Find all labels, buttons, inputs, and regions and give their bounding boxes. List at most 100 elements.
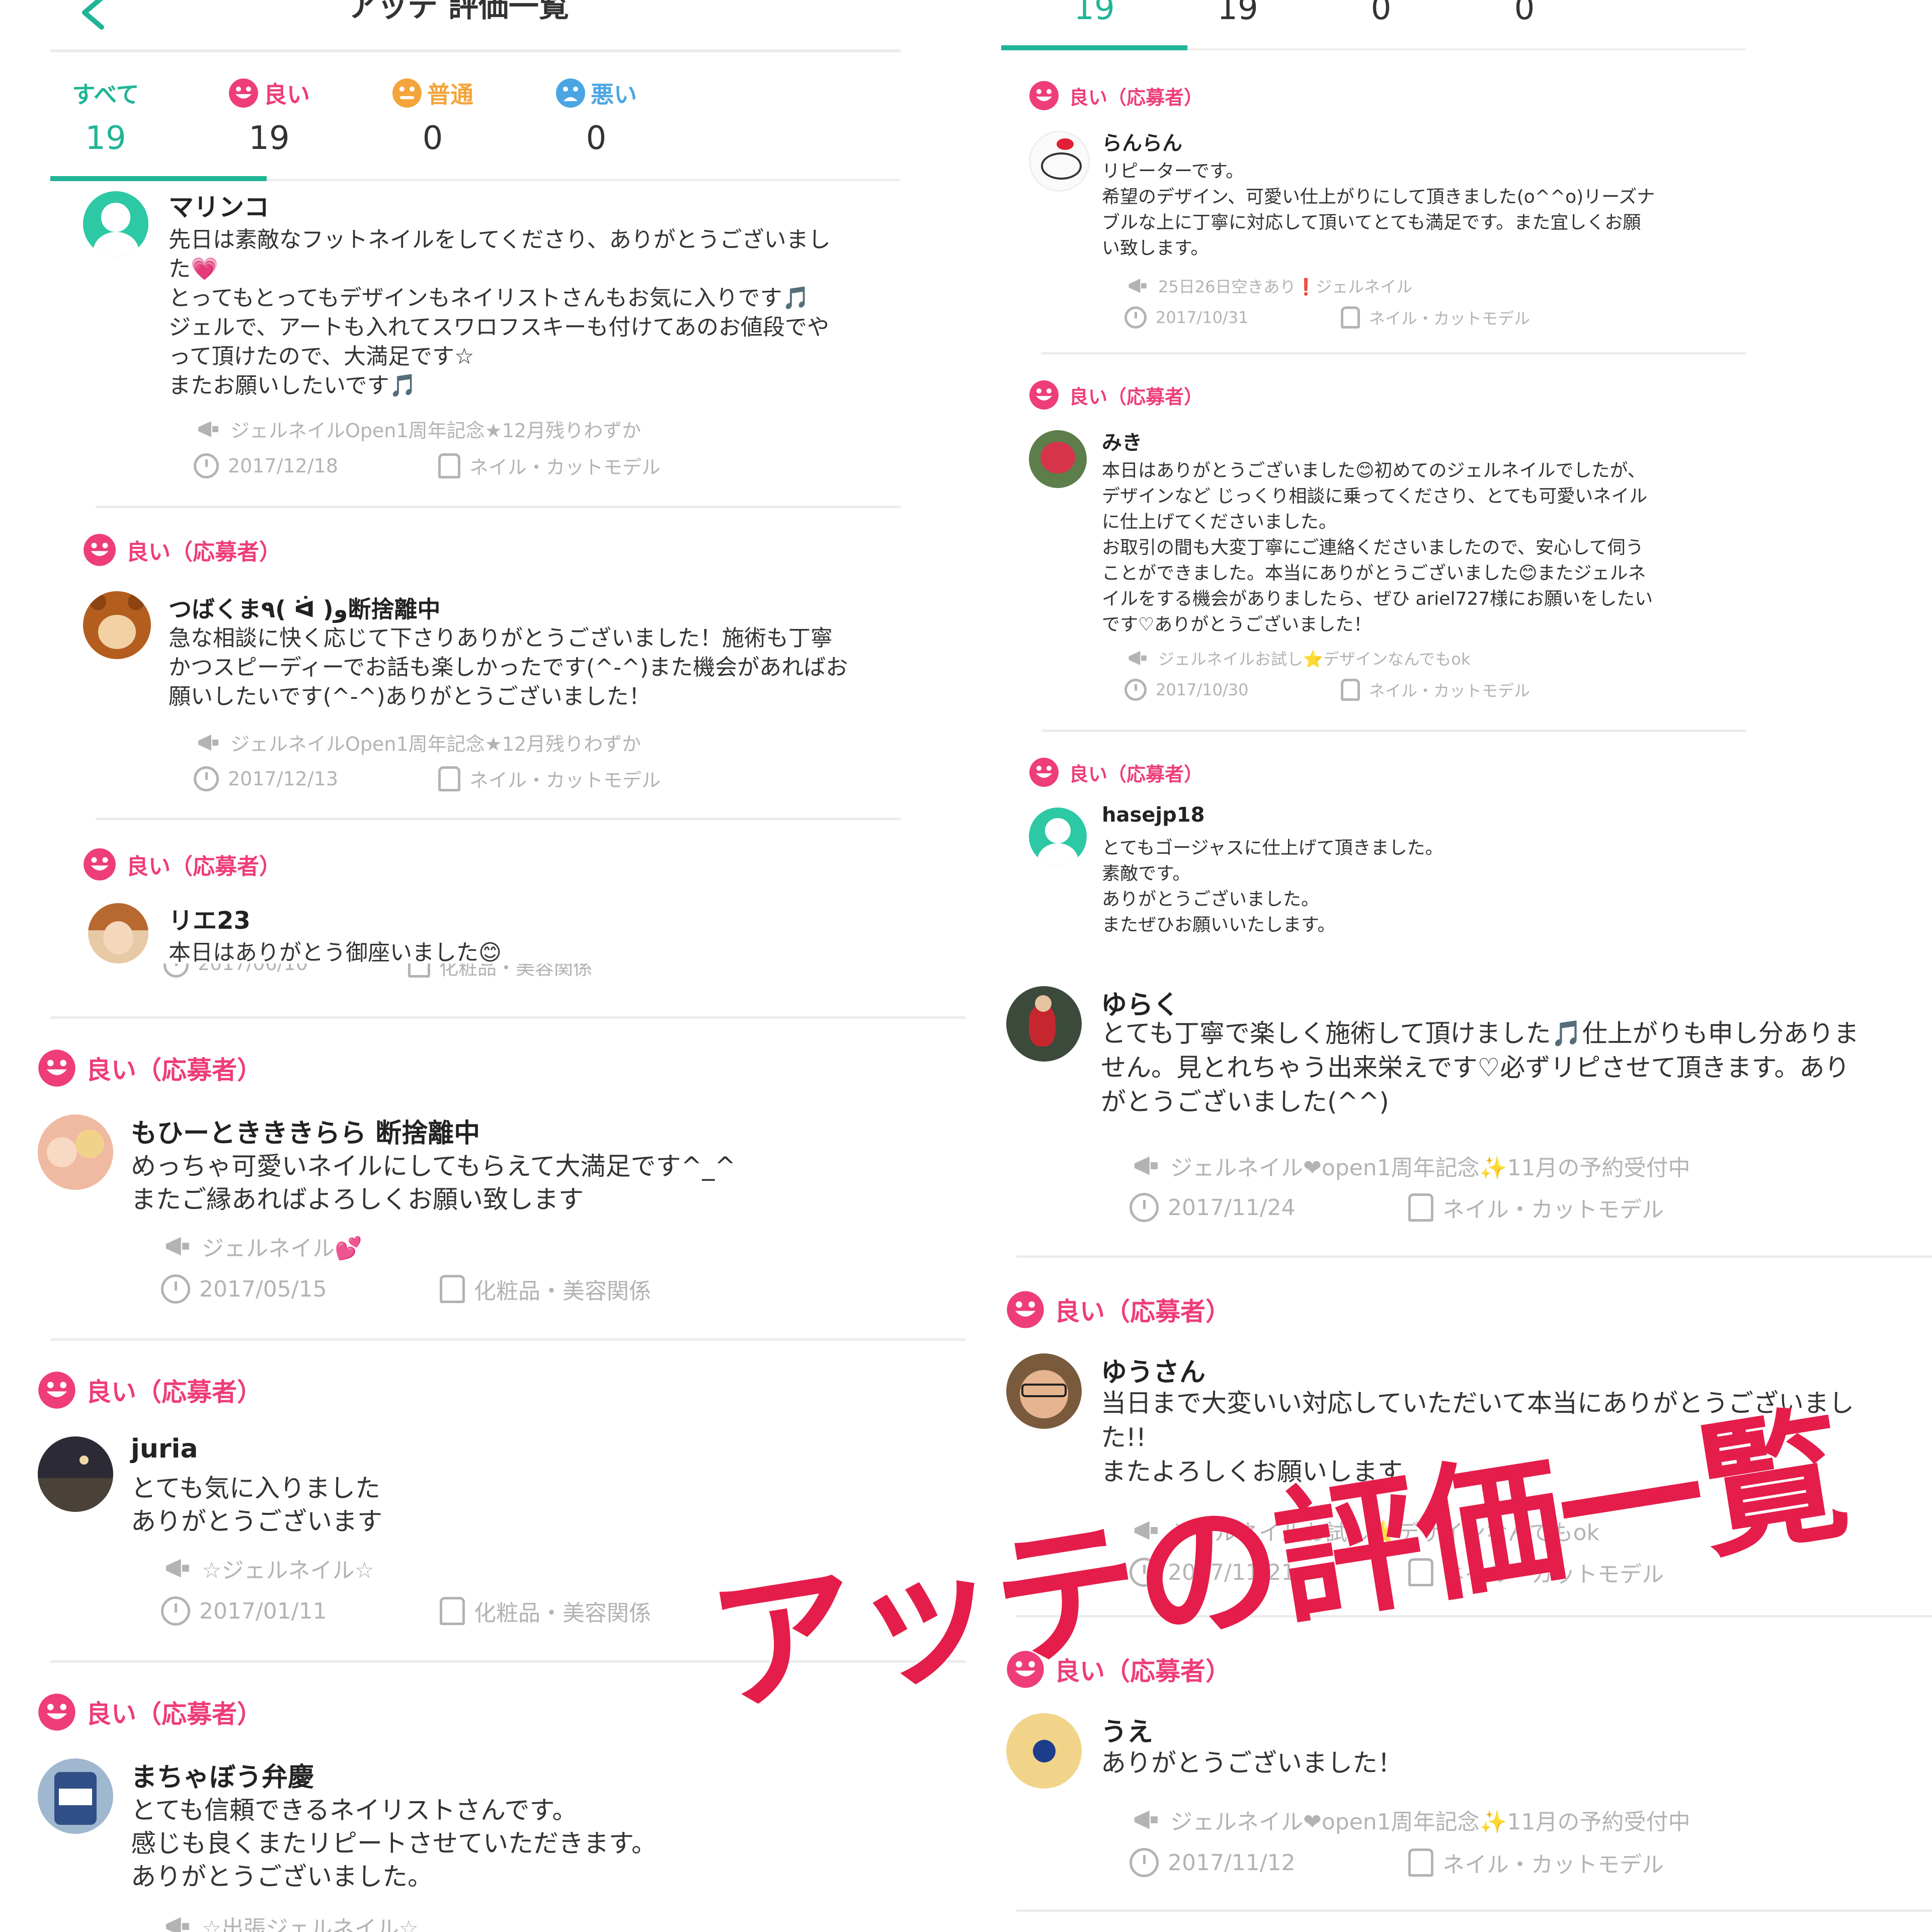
- reviewer-name[interactable]: みき: [1102, 426, 1142, 455]
- screenshot-canvas: アッテ 評価一覧 すべて 19 良い 19 普通 0 悪い 0 19 19 0 …: [0, 0, 1932, 1932]
- header-divider: [50, 49, 901, 52]
- rating-filter-tabs-right: 19 19 0 0: [1001, 0, 1746, 55]
- user-avatar[interactable]: [38, 1758, 113, 1834]
- review-comment: とても信頼できるネイリストさんです。 感じも良くまたリピートさせていただきます。…: [131, 1796, 657, 1891]
- user-avatar[interactable]: [88, 903, 148, 963]
- user-avatar[interactable]: [83, 191, 148, 257]
- reviewer-name[interactable]: ゆらく: [1101, 984, 1179, 1021]
- user-avatar[interactable]: [38, 1436, 113, 1512]
- active-tab-indicator-right: [1001, 45, 1187, 50]
- tab-ok[interactable]: 普通 0: [352, 75, 513, 157]
- review-job-tag[interactable]: ☆出張ジェルネイル☆: [164, 1910, 419, 1932]
- review-job-tag[interactable]: ジェルネイルOpen1周年記念★12月残りわずか: [196, 415, 641, 443]
- review-divider: [1041, 730, 1746, 732]
- user-avatar[interactable]: [38, 1114, 113, 1190]
- review-tag-text: ジェルネイル💕: [202, 1236, 362, 1261]
- review-tag-text: ☆出張ジェルネイル☆: [202, 1916, 419, 1932]
- review-meta: 2017/01/11 化粧品・美容関係: [161, 1595, 651, 1627]
- reviewer-name[interactable]: hasejp18: [1102, 803, 1204, 827]
- clock-icon: [1130, 1193, 1159, 1222]
- reviewer-name[interactable]: うえ: [1101, 1711, 1153, 1748]
- reviewer-name[interactable]: もひーときききらら 断捨離中: [131, 1112, 480, 1150]
- review-job-tag[interactable]: ジェルネイル❤open1周年記念✨11月の予約受付中: [1132, 1150, 1690, 1182]
- review-job-tag[interactable]: 25日26日空きあり❗️ジェルネイル: [1127, 274, 1412, 297]
- review-meta: 2017/11/12 ネイル・カットモデル: [1130, 1846, 1664, 1879]
- category-icon: [438, 766, 460, 791]
- review-job-tag[interactable]: ジェルネイルお試し⭐️デザインなんでもok: [1127, 647, 1470, 670]
- smile-face-icon: [1029, 380, 1059, 410]
- review-job-tag[interactable]: ジェルネイルOpen1周年記念★12月残りわずか: [196, 729, 641, 756]
- user-avatar[interactable]: [1006, 1353, 1082, 1429]
- review-tag-text: ジェルネイル❤open1周年記念✨11月の予約受付中: [1170, 1809, 1691, 1835]
- tab-good[interactable]: 良い 19: [189, 75, 350, 157]
- tab-all-count-right[interactable]: 19: [1044, 0, 1145, 27]
- category-icon: [440, 1597, 465, 1625]
- rating-label: 良い（応募者）: [86, 1700, 262, 1729]
- tab-bad[interactable]: 悪い 0: [516, 75, 677, 157]
- review-meta: 2017/10/30 ネイル・カットモデル: [1124, 678, 1530, 701]
- user-avatar[interactable]: [1029, 131, 1090, 192]
- page-title: アッテ 評価一覧: [347, 0, 569, 24]
- smile-face-icon: [84, 848, 116, 880]
- review-item: 良い（応募者） うえ ありがとうございました！ ジェルネイル❤open1周年記念…: [1006, 1650, 1912, 1912]
- review-date: 2017/12/18: [228, 454, 339, 477]
- review-item: 良い（応募者） つばくま٩( ᐛ )و断捨離中 急な相談に快く応じて下さりありが…: [83, 533, 898, 815]
- tab-bad-count-right[interactable]: 0: [1474, 0, 1575, 27]
- review-divider: [1041, 352, 1746, 355]
- reviewer-name[interactable]: juria: [131, 1434, 198, 1464]
- reviewer-name[interactable]: ゆうさん: [1101, 1351, 1205, 1389]
- user-avatar[interactable]: [1029, 808, 1087, 865]
- user-avatar[interactable]: [1006, 986, 1082, 1062]
- megaphone-icon: [1134, 1156, 1158, 1175]
- rating-row: 良い（応募者）: [1006, 1291, 1231, 1329]
- megaphone-icon: [1134, 1810, 1158, 1829]
- smile-face-icon: [1007, 1291, 1044, 1328]
- tab-ok-label: 普通: [427, 81, 473, 108]
- reviewer-name[interactable]: らんらん: [1102, 127, 1182, 156]
- review-item: 良い（応募者） みき 本日はありがとうございました😊初めてのジェルネイルでしたが…: [1029, 380, 1748, 722]
- tab-ok-count-right[interactable]: 0: [1331, 0, 1431, 27]
- review-tag-text: ジェルネイルOpen1周年記念★12月残りわずか: [230, 733, 641, 755]
- review-job-tag[interactable]: ☆ジェルネイル☆: [164, 1552, 374, 1584]
- review-date: 2017/10/31: [1156, 308, 1249, 327]
- tab-good-label: 良い: [264, 81, 310, 108]
- review-date: 2017/01/11: [199, 1598, 327, 1624]
- category-icon: [438, 453, 460, 478]
- review-tag-text: ジェルネイルお試し⭐️デザインなんでもok: [1158, 650, 1471, 669]
- review-job-tag[interactable]: ジェルネイル💕: [164, 1230, 362, 1262]
- rating-row: 良い（応募者）: [83, 848, 281, 881]
- review-job-tag[interactable]: ジェルネイル❤open1周年記念✨11月の予約受付中: [1132, 1804, 1690, 1836]
- rating-label: 良い（応募者）: [1055, 1297, 1231, 1326]
- review-category: ネイル・カットモデル: [1442, 1852, 1664, 1878]
- review-item: ゆらく とても丁寧で楽しく施術して頂けました🎵仕上がりも申し分ありま せん。見と…: [1006, 986, 1912, 1228]
- reviewer-name[interactable]: つばくま٩( ᐛ )و断捨離中: [169, 591, 440, 624]
- review-tag-text: ジェルネイルOpen1周年記念★12月残りわずか: [230, 420, 641, 442]
- review-category: ネイル・カットモデル: [1442, 1197, 1664, 1223]
- tab-good-count-right[interactable]: 19: [1187, 0, 1288, 27]
- reviewer-name[interactable]: マリンコ: [169, 187, 269, 223]
- tab-all-label: すべて: [72, 81, 139, 108]
- megaphone-icon: [1129, 278, 1147, 293]
- user-avatar[interactable]: [1029, 430, 1087, 488]
- review-tag-text: ジェルネイル❤open1周年記念✨11月の予約受付中: [1170, 1155, 1691, 1181]
- reviewer-name[interactable]: まちゃぼう弁慶: [131, 1756, 314, 1794]
- category-icon: [1408, 1848, 1433, 1877]
- rating-row: 良い（応募者）: [38, 1049, 262, 1087]
- clock-icon: [1124, 306, 1147, 329]
- clock-icon: [161, 1274, 190, 1304]
- review-category: ネイル・カットモデル: [1369, 681, 1531, 700]
- review-tag-text: ☆ジェルネイル☆: [202, 1558, 374, 1583]
- back-chevron-icon[interactable]: [75, 0, 111, 30]
- megaphone-icon: [198, 734, 218, 751]
- user-avatar[interactable]: [1006, 1713, 1082, 1789]
- tab-ok-count: 0: [422, 120, 443, 157]
- review-comment: めっちゃ可愛いネイルにしてもらえて大満足です^_^ またご縁あればよろしくお願い…: [131, 1152, 736, 1214]
- review-comment: とても丁寧で楽しく施術して頂けました🎵仕上がりも申し分ありま せん。見とれちゃう…: [1101, 1019, 1859, 1116]
- smile-face-icon: [38, 1694, 75, 1731]
- reviewer-name[interactable]: リエ23: [169, 901, 251, 936]
- rating-row: 良い（応募者）: [1029, 80, 1203, 111]
- user-avatar[interactable]: [83, 591, 151, 659]
- review-date: 2017/12/13: [228, 767, 339, 790]
- tab-all[interactable]: すべて 19: [25, 75, 186, 157]
- rating-label: 良い（応募者）: [1069, 86, 1203, 109]
